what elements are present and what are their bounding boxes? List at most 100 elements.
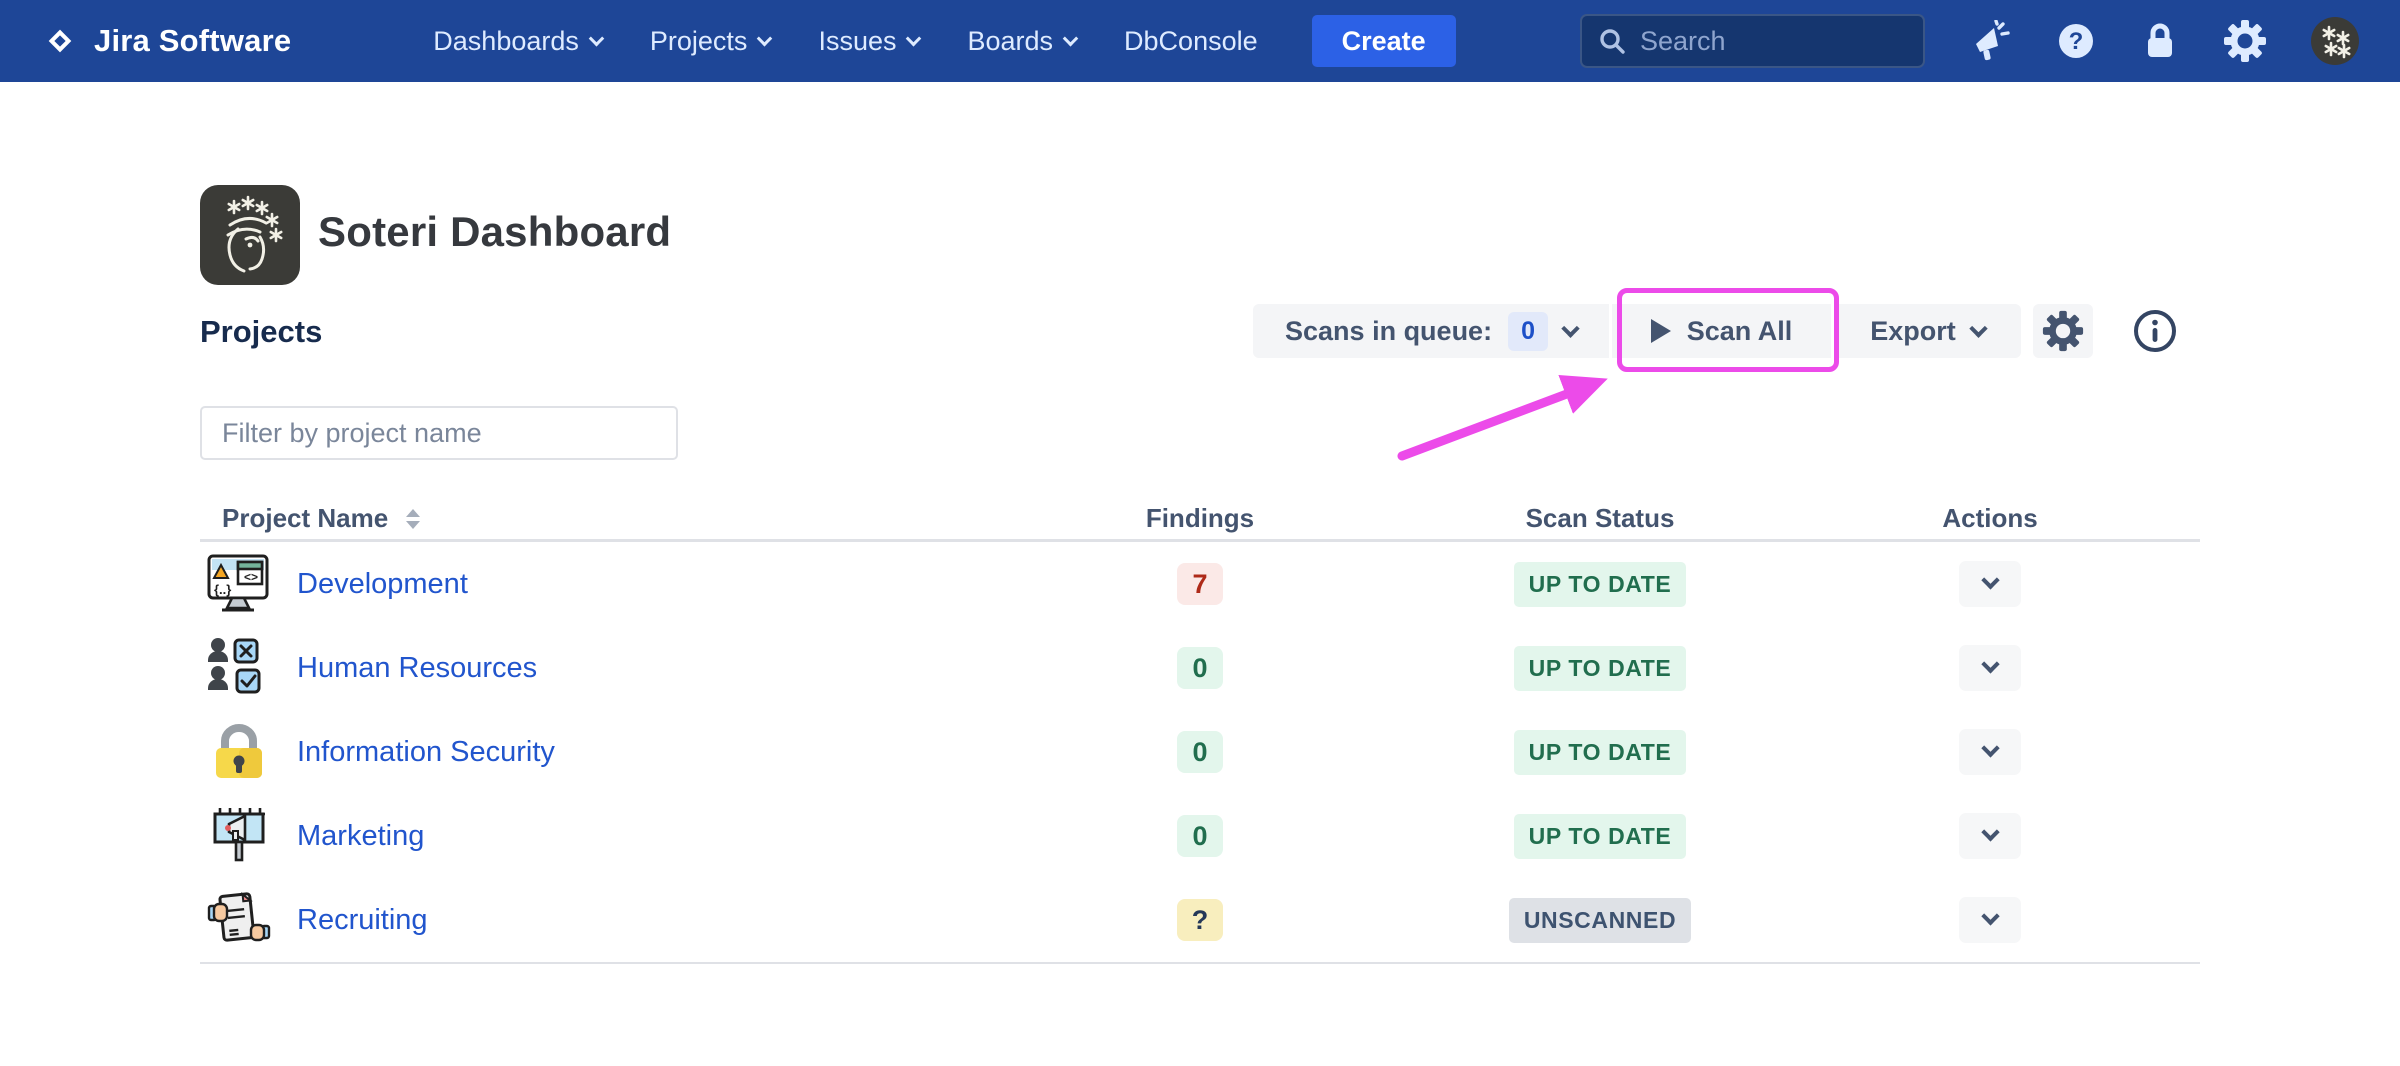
status-cell: UNSCANNED	[1420, 897, 1780, 943]
nav-item-dbconsole[interactable]: DbConsole	[1100, 0, 1282, 82]
actions-cell	[1780, 561, 2200, 607]
scan-all-button[interactable]: Scan All	[1612, 304, 1831, 358]
dashboard-settings-button[interactable]	[2033, 304, 2093, 358]
sort-icon	[406, 508, 421, 529]
findings-badge: 0	[1177, 731, 1223, 773]
table-row: Recruiting? UNSCANNED	[200, 878, 2200, 962]
findings-cell: 0	[980, 647, 1420, 689]
chevron-down-icon	[1980, 738, 2000, 757]
project-name-cell: Information Security	[200, 718, 980, 786]
svg-text:{..}: {..}	[214, 582, 231, 597]
brand-name: Jira Software	[94, 23, 292, 58]
human-resources-icon	[205, 634, 273, 702]
status-badge: UP TO DATE	[1513, 561, 1687, 607]
table-row: Human Resources 0 UP TO DATE	[200, 626, 2200, 710]
project-link[interactable]: Recruiting	[297, 904, 428, 937]
status-badge: UP TO DATE	[1513, 729, 1687, 775]
jira-diamond-icon	[48, 29, 72, 53]
project-filter-input[interactable]	[200, 406, 678, 460]
chevron-down-icon	[1062, 30, 1079, 46]
actions-header: Actions	[1942, 503, 2038, 533]
status-badge: UP TO DATE	[1513, 813, 1687, 859]
findings-cell: 0	[980, 731, 1420, 773]
project-name-cell: Marketing	[200, 802, 980, 870]
status-badge: UNSCANNED	[1508, 897, 1692, 943]
nav-item-boards[interactable]: Boards	[943, 0, 1100, 82]
help-icon[interactable]: ?	[2054, 19, 2098, 63]
findings-badge: 0	[1177, 647, 1223, 689]
info-button[interactable]	[2132, 308, 2178, 354]
table-rows: {..} <> Development 7 UP TO DATE Human Res…	[200, 542, 2200, 964]
project-link[interactable]: Information Security	[297, 736, 555, 769]
chevron-down-icon	[1980, 822, 2000, 841]
actions-cell	[1780, 645, 2200, 691]
create-button[interactable]: Create	[1311, 15, 1456, 67]
status-cell: UP TO DATE	[1420, 813, 1780, 859]
chevron-down-icon	[1980, 570, 2000, 589]
actions-cell	[1780, 729, 2200, 775]
search-box[interactable]	[1580, 14, 1925, 68]
findings-badge: 0	[1177, 815, 1223, 857]
findings-badge: ?	[1177, 899, 1223, 941]
findings-cell: ?	[980, 899, 1420, 941]
nav-item-issues[interactable]: Issues	[794, 0, 943, 82]
queue-count-badge: 0	[1508, 311, 1548, 351]
project-link[interactable]: Marketing	[297, 820, 424, 853]
row-actions-button[interactable]	[1959, 729, 2021, 775]
project-name-header[interactable]: Project Name	[200, 503, 980, 534]
row-actions-button[interactable]	[1959, 645, 2021, 691]
jira-logo[interactable]: Jira Software	[40, 21, 291, 61]
findings-cell: 7	[980, 563, 1420, 605]
svg-text:<>: <>	[244, 570, 258, 584]
row-actions-button[interactable]	[1959, 561, 2021, 607]
search-icon	[1600, 29, 1625, 54]
projects-table: Project Name Findings Scan Status Action…	[200, 498, 2200, 964]
chevron-down-icon	[1561, 318, 1580, 338]
nav-item-projects[interactable]: Projects	[626, 0, 795, 82]
lock-icon[interactable]	[2140, 19, 2180, 63]
info-icon	[2134, 310, 2176, 352]
export-dropdown[interactable]: Export	[1834, 304, 2021, 358]
table-row: Information Security 0 UP TO DATE	[200, 710, 2200, 794]
marketing-icon	[205, 802, 273, 870]
user-avatar[interactable]	[2310, 16, 2360, 66]
nav-icon-group: ?	[1970, 0, 2360, 82]
chevron-down-icon	[757, 30, 773, 46]
play-icon	[1650, 319, 1671, 343]
chevron-down-icon	[1969, 318, 1988, 338]
announcements-icon[interactable]	[1970, 20, 2012, 62]
development-icon: {..} <>	[205, 550, 273, 618]
settings-gear-icon[interactable]	[2222, 18, 2268, 64]
gear-icon	[2041, 309, 2085, 353]
project-link[interactable]: Human Resources	[297, 652, 537, 685]
row-actions-button[interactable]	[1959, 813, 2021, 859]
status-cell: UP TO DATE	[1420, 729, 1780, 775]
actions-cell	[1780, 897, 2200, 943]
status-cell: UP TO DATE	[1420, 561, 1780, 607]
row-actions-button[interactable]	[1959, 897, 2021, 943]
chevron-down-icon	[588, 30, 605, 46]
table-row: {..} <> Development 7 UP TO DATE	[200, 542, 2200, 626]
findings-header: Findings	[1145, 503, 1255, 533]
project-name-cell: Recruiting	[200, 886, 980, 954]
findings-badge: 7	[1177, 563, 1223, 605]
project-link[interactable]: Development	[297, 568, 468, 601]
nav-item-dashboards[interactable]: Dashboards	[409, 0, 626, 82]
svg-text:?: ?	[2069, 28, 2084, 55]
status-badge: UP TO DATE	[1513, 645, 1687, 691]
top-navigation: Jira Software Dashboards Projects Issues…	[0, 0, 2400, 82]
information-security-icon	[205, 718, 273, 786]
project-name-cell: Human Resources	[200, 634, 980, 702]
search-input[interactable]	[1640, 25, 1890, 57]
scans-in-queue-dropdown[interactable]: Scans in queue: 0	[1253, 304, 1609, 358]
scan-status-header: Scan Status	[1525, 503, 1675, 533]
page-title: Soteri Dashboard	[318, 208, 672, 255]
nav-menu: Dashboards Projects Issues Boards DbCons…	[409, 0, 1456, 82]
chevron-down-icon	[1980, 654, 2000, 673]
table-header: Project Name Findings Scan Status Action…	[200, 498, 2200, 542]
table-row: Marketing 0 UP TO DATE	[200, 794, 2200, 878]
status-cell: UP TO DATE	[1420, 645, 1780, 691]
projects-heading: Projects	[200, 314, 323, 349]
actions-cell	[1780, 813, 2200, 859]
chevron-down-icon	[1980, 906, 2000, 925]
